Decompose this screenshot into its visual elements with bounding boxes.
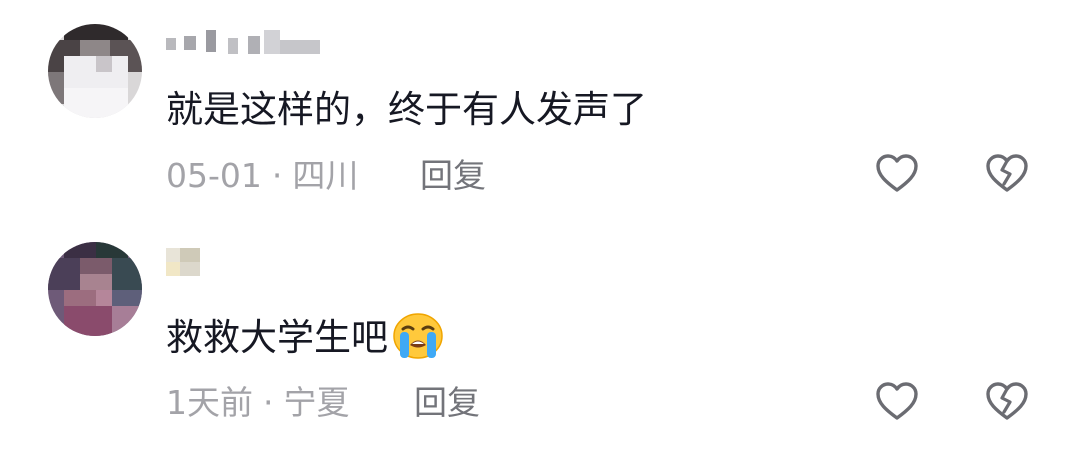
comment-text-content: 就是这样的，终于有人发声了 xyxy=(166,88,647,131)
reply-button[interactable]: 回复 xyxy=(420,156,486,196)
heart-outline-icon[interactable] xyxy=(874,152,920,194)
comment-location: 宁夏 xyxy=(283,383,350,422)
meta-separator: · xyxy=(271,156,283,195)
comment-date: 1天前 xyxy=(166,383,253,422)
comment-text: 就是这样的，终于有人发声了 xyxy=(166,88,647,132)
avatar[interactable] xyxy=(48,242,142,336)
avatar[interactable] xyxy=(48,24,142,118)
comment-location: 四川 xyxy=(292,156,359,195)
reply-button[interactable]: 回复 xyxy=(414,383,480,423)
comment-item: 就是这样的，终于有人发声了 05-01 · 四川 回复 xyxy=(0,0,1080,226)
username-pixelated[interactable] xyxy=(166,30,326,56)
username-pixelated[interactable] xyxy=(166,248,326,276)
loudly-crying-face-emoji xyxy=(390,312,446,370)
comment-text-content: 救救大学生吧 xyxy=(166,316,388,359)
broken-heart-icon[interactable] xyxy=(984,152,1030,194)
broken-heart-icon[interactable] xyxy=(984,380,1030,422)
meta-separator: · xyxy=(263,383,274,422)
comment-text: 救救大学生吧 xyxy=(166,312,446,370)
comment-meta: 05-01 · 四川 xyxy=(166,156,358,196)
comment-item: 救救大学生吧 1天前 · 宁夏 回复 xyxy=(0,226,1080,451)
heart-outline-icon[interactable] xyxy=(874,380,920,422)
comment-meta: 1天前 · 宁夏 xyxy=(166,383,350,423)
comment-date: 05-01 xyxy=(166,156,262,195)
